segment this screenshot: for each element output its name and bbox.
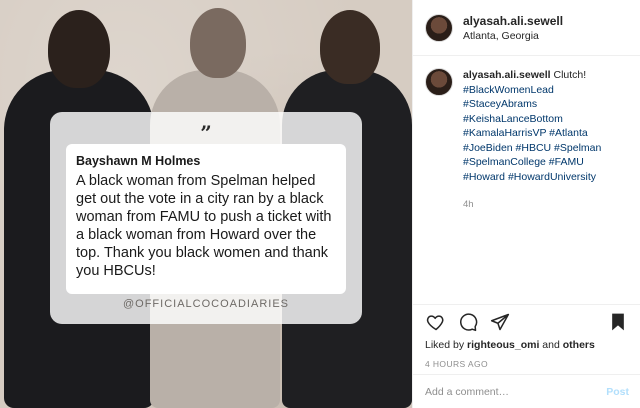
caption-hashtags[interactable]: #BlackWomenLead #StaceyAbrams #KeishaLan… — [463, 84, 601, 183]
posted-time: 4 HOURS AGO — [425, 359, 488, 369]
action-bar: Liked by righteous_omi and others 4 HOUR… — [413, 304, 640, 369]
comment-icon[interactable] — [457, 311, 479, 333]
likes-summary: Liked by righteous_omi and others — [425, 339, 629, 351]
caption: alyasah.ali.sewell Clutch! #BlackWomenLe… — [413, 56, 640, 288]
quote-body: Bayshawn M Holmes A black woman from Spe… — [66, 144, 346, 294]
header-location[interactable]: Atlanta, Georgia — [463, 30, 563, 42]
post-sidebar: alyasah.ali.sewell Atlanta, Georgia alya… — [412, 0, 640, 408]
quote-text: A black woman from Spelman helped get ou… — [76, 173, 332, 279]
quote-mark-icon: ” — [200, 121, 212, 145]
comment-box: Post — [413, 374, 640, 408]
bookmark-icon[interactable] — [607, 311, 629, 333]
caption-text: Clutch! — [553, 69, 587, 81]
caption-avatar[interactable] — [425, 68, 453, 96]
share-icon[interactable] — [489, 311, 511, 333]
comment-input[interactable] — [425, 385, 607, 398]
avatar[interactable] — [425, 13, 453, 42]
caption-time: 4h — [463, 199, 474, 210]
heart-icon[interactable] — [425, 311, 447, 333]
header-username[interactable]: alyasah.ali.sewell — [463, 14, 563, 28]
quote-handle: @OFFICIALCOCOADIARIES — [122, 298, 290, 310]
quote-author: Bayshawn M Holmes — [76, 154, 201, 168]
likes-others-link[interactable]: others — [563, 339, 595, 351]
post-comment-button[interactable]: Post — [606, 386, 629, 398]
quote-card: ” Bayshawn M Holmes A black woman from S… — [50, 112, 362, 324]
liked-by-user[interactable]: righteous_omi — [467, 339, 539, 351]
post-image[interactable]: ” Bayshawn M Holmes A black woman from S… — [0, 0, 412, 408]
caption-username[interactable]: alyasah.ali.sewell — [463, 69, 551, 81]
likes-prefix: Liked by — [425, 339, 465, 351]
post-header: alyasah.ali.sewell Atlanta, Georgia — [413, 0, 640, 56]
likes-connector: and — [542, 339, 560, 351]
